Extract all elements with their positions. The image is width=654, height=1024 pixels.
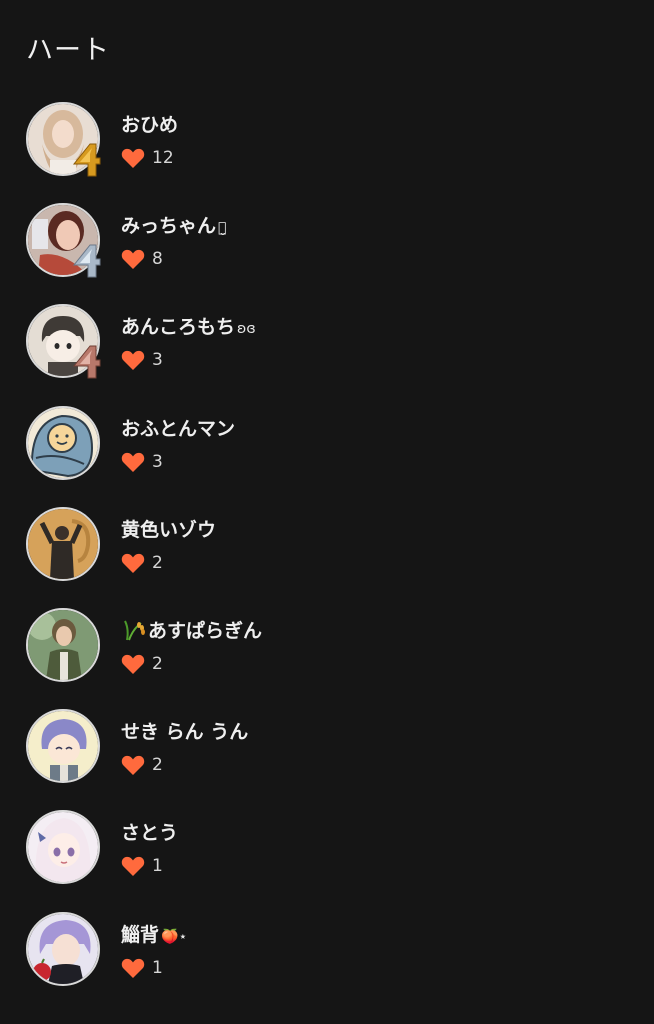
user-name: あすぱらぎん xyxy=(121,619,264,645)
avatar[interactable] xyxy=(26,304,101,379)
heart-count: 1 xyxy=(121,855,180,877)
heart-count: 12 xyxy=(121,147,180,169)
avatar[interactable] xyxy=(26,810,100,885)
heart-count: 3 xyxy=(121,451,237,473)
avatar[interactable] xyxy=(26,203,101,278)
heart-icon xyxy=(121,351,145,371)
list-item[interactable]: あすぱらぎん 2 xyxy=(0,606,654,707)
avatar[interactable] xyxy=(26,405,100,480)
heart-user-list: おひめ 12 みっちゃん ꪔ̤̮ 8 あんころもち ʚɞ 3 おふとんマン 3 … xyxy=(0,100,654,1011)
user-name: 鯔背 🍑⋆ xyxy=(121,923,188,946)
list-item[interactable]: あんころもち ʚɞ 3 xyxy=(0,302,654,403)
heart-count: 8 xyxy=(121,248,226,270)
heart-count: 2 xyxy=(121,653,264,675)
avatar[interactable] xyxy=(26,709,100,784)
user-name: みっちゃん ꪔ̤̮ xyxy=(121,215,227,238)
list-item[interactable]: 鯔背 🍑⋆ 1 xyxy=(0,910,654,1011)
list-item[interactable]: さとう 1 xyxy=(0,808,654,909)
user-name: おふとんマン xyxy=(121,417,236,440)
avatar[interactable] xyxy=(26,607,100,682)
heart-count: 2 xyxy=(121,754,250,776)
heart-icon xyxy=(121,452,145,472)
number-balloon-badge-icon xyxy=(72,244,101,278)
heart-icon xyxy=(121,250,145,270)
list-item[interactable]: せき らん うん 2 xyxy=(0,707,654,808)
list-item[interactable]: おふとんマン 3 xyxy=(0,404,654,505)
user-name: さとう xyxy=(121,822,179,845)
avatar[interactable] xyxy=(26,506,100,581)
heart-icon xyxy=(121,148,145,168)
heart-icon xyxy=(121,654,145,674)
user-name: おひめ xyxy=(121,114,179,136)
heart-count: 3 xyxy=(121,349,256,371)
heart-icon xyxy=(121,857,145,877)
heart-count: 2 xyxy=(121,552,218,574)
heart-count: 1 xyxy=(121,957,187,979)
avatar[interactable] xyxy=(26,911,100,986)
list-item[interactable]: 黄色いゾウ 2 xyxy=(0,505,654,606)
user-name: 黄色いゾウ xyxy=(121,518,217,541)
user-name: あんころもち ʚɞ xyxy=(121,316,256,339)
rice-plant-icon xyxy=(124,620,145,641)
user-name: せき らん うん xyxy=(121,721,249,744)
number-balloon-badge-icon xyxy=(72,345,101,379)
list-item[interactable]: みっちゃん ꪔ̤̮ 8 xyxy=(0,201,654,302)
heart-icon xyxy=(121,553,145,573)
heart-icon xyxy=(121,755,145,776)
avatar[interactable] xyxy=(26,102,101,177)
list-item[interactable]: おひめ 12 xyxy=(0,100,654,201)
heart-icon xyxy=(121,958,145,978)
number-balloon-badge-icon xyxy=(72,143,101,177)
page-title: ハート xyxy=(26,35,110,66)
